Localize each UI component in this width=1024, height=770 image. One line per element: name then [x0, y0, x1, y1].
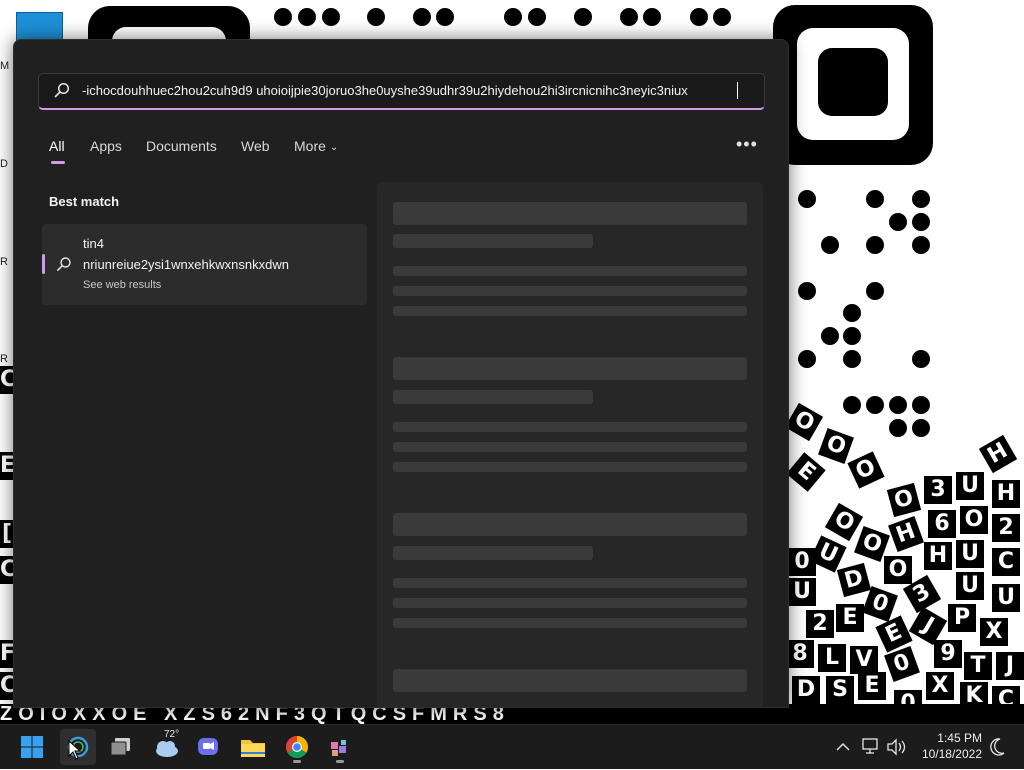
- text-caret: [737, 82, 738, 99]
- running-indicator: [336, 760, 344, 763]
- skeleton-line: [393, 286, 747, 296]
- skeleton-line: [393, 442, 747, 452]
- skeleton-line: [393, 462, 747, 472]
- tab-all[interactable]: All: [49, 138, 65, 154]
- tab-more-label: More: [294, 138, 326, 154]
- tab-apps[interactable]: Apps: [90, 138, 122, 154]
- result-title-line1: tin4: [83, 236, 104, 251]
- skeleton-line: [393, 390, 593, 404]
- running-indicator: [293, 760, 301, 763]
- tab-web[interactable]: Web: [241, 138, 270, 154]
- search-box[interactable]: -ichocdouhhuec2hou2cuh9d9 uhoioijpie30jo…: [38, 73, 765, 110]
- clock-time: 1:45 PM: [937, 731, 982, 745]
- best-match-result[interactable]: tin4 nriunreiue2ysi1wnxehkwxnsnkxdwn See…: [42, 224, 367, 305]
- skeleton-line: [393, 266, 747, 276]
- clock-date: 10/18/2022: [921, 747, 982, 761]
- task-view-button[interactable]: [103, 729, 139, 765]
- desktop-label-fragment: R: [0, 256, 8, 268]
- chrome-button[interactable]: [279, 729, 315, 765]
- search-icon: [57, 257, 71, 271]
- skeleton-line: [393, 546, 593, 560]
- preview-pane-loading: [377, 182, 763, 707]
- app-button[interactable]: [322, 729, 358, 765]
- result-title-line2: nriunreiue2ysi1wnxehkwxnsnkxdwn: [83, 257, 289, 272]
- skeleton-line: [393, 234, 593, 248]
- skeleton-block: [393, 669, 747, 692]
- best-match-heading: Best match: [49, 194, 120, 209]
- tab-more[interactable]: More ⌄: [294, 138, 338, 154]
- search-panel: -ichocdouhhuec2hou2cuh9d9 uhoioijpie30jo…: [13, 39, 789, 708]
- desktop-label-fragment: M: [0, 60, 10, 72]
- desktop-label-fragment: D: [0, 158, 8, 170]
- file-explorer-icon: [241, 740, 265, 757]
- windows-start-icon: [21, 736, 43, 758]
- skeleton-block: [393, 513, 747, 536]
- clock[interactable]: 1:45 PM 10/18/2022: [910, 730, 982, 762]
- chat-button[interactable]: [190, 729, 226, 765]
- file-explorer-button[interactable]: [235, 729, 271, 765]
- notification-moon-icon[interactable]: [986, 725, 1010, 769]
- skeleton-block: [393, 357, 747, 380]
- chevron-down-icon: ⌄: [329, 142, 339, 153]
- result-subtitle: See web results: [83, 279, 162, 291]
- weather-temperature: 72°: [164, 729, 180, 740]
- skeleton-block: [393, 202, 747, 225]
- search-input[interactable]: -ichocdouhhuec2hou2cuh9d9 uhoioijpie30jo…: [82, 83, 738, 98]
- skeleton-line: [393, 598, 747, 608]
- skeleton-line: [393, 618, 747, 628]
- show-hidden-icons-chevron-icon[interactable]: [832, 725, 854, 769]
- skeleton-line: [393, 578, 747, 588]
- task-view-icon: [110, 738, 130, 756]
- selection-accent: [42, 254, 45, 274]
- active-tab-indicator: [51, 161, 65, 164]
- network-icon[interactable]: [858, 725, 882, 769]
- tab-documents[interactable]: Documents: [146, 138, 217, 154]
- chat-icon: [198, 738, 218, 755]
- skeleton-line: [393, 422, 747, 432]
- more-options-icon[interactable]: •••: [736, 134, 758, 155]
- start-button[interactable]: [14, 729, 50, 765]
- skeleton-line: [393, 306, 747, 316]
- desktop-label-fragment: R: [0, 353, 8, 365]
- search-icon: [54, 82, 70, 98]
- mouse-cursor-icon: [68, 740, 82, 760]
- taskbar: 72° 1:45 PM 10/18/2022: [0, 724, 1024, 769]
- volume-icon[interactable]: [884, 725, 908, 769]
